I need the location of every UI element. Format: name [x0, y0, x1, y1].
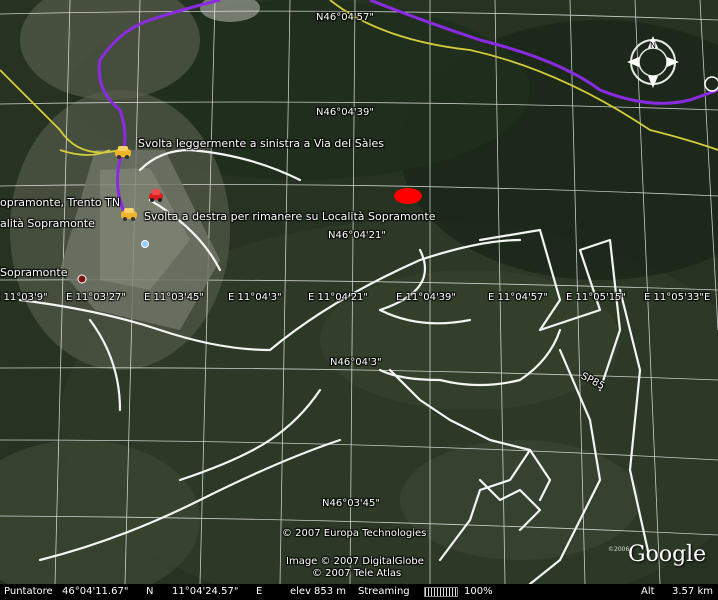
pointer-label: Puntatore	[4, 586, 53, 597]
grid-label-lat: N46°04'3"	[330, 357, 382, 368]
google-logo: Google	[628, 542, 707, 567]
credit-europa: © 2007 Europa Technologies	[282, 528, 427, 539]
grid-label-lon: E 11°04'21"	[308, 292, 369, 303]
route-step-label[interactable]: Svolta a destra per rimanere su Località…	[144, 210, 435, 223]
grid-label-lon: E 11°05'33"	[644, 292, 705, 303]
pointer-lon: 11°04'24.57"	[172, 586, 239, 597]
grid-label-lon: E 11°03'27"	[66, 292, 127, 303]
place-label[interactable]: opramonte, Trento TN	[0, 196, 120, 209]
status-bar: Puntatore 46°04'11.67" N 11°04'24.57" E …	[0, 584, 718, 600]
elevation-label: elev	[290, 586, 312, 597]
grid-label-lon: E 11°04'3"	[228, 292, 282, 303]
streaming-percent: 100%	[464, 586, 493, 597]
grid-label-lon: E	[704, 292, 711, 303]
grid-label-lat: N46°04'39"	[316, 107, 375, 118]
google-year: ©2006	[608, 546, 630, 553]
car-icon[interactable]	[148, 187, 164, 206]
pointer-lat-hemisphere: N	[146, 586, 154, 597]
credit-digitalglobe: Image © 2007 DigitalGlobe	[286, 556, 424, 567]
grid-label-lon: E 11°03'45"	[144, 292, 205, 303]
grid-label-lon: E 11°04'39"	[396, 292, 457, 303]
route-step-label[interactable]: Svolta leggermente a sinistra a Via del …	[138, 137, 384, 150]
place-label[interactable]: Sopramonte	[0, 266, 67, 279]
streaming-progress-bar	[424, 587, 458, 597]
grid-label-lat: N46°03'45"	[322, 498, 381, 509]
svg-text:N: N	[650, 41, 656, 50]
grid-label-lon: E 11°03'9"	[0, 292, 48, 303]
credit-teleatlas: © 2007 Tele Atlas	[312, 568, 402, 579]
map-view[interactable]: N N46°04'57" N46°04'39" N46°04'21" N46°0…	[0, 0, 718, 600]
grid-label-lat: N46°04'21"	[328, 230, 387, 241]
red-marker	[394, 188, 422, 204]
altitude-value: 3.57 km	[672, 586, 713, 597]
streaming-label: Streaming	[358, 586, 410, 597]
grid-label-lat: N46°04'57"	[316, 12, 375, 23]
pointer-lon-hemisphere: E	[256, 586, 263, 597]
elevation-value: 853 m	[314, 586, 347, 597]
grid-label-lon: E 11°04'57"	[488, 292, 549, 303]
grid-label-lon: E 11°05'15"	[566, 292, 627, 303]
turn-icon[interactable]	[114, 144, 132, 163]
altitude-label: Alt	[641, 586, 655, 597]
pointer-lat: 46°04'11.67"	[62, 586, 129, 597]
place-label[interactable]: alità Sopramonte	[0, 217, 95, 230]
turn-icon[interactable]	[120, 206, 138, 225]
